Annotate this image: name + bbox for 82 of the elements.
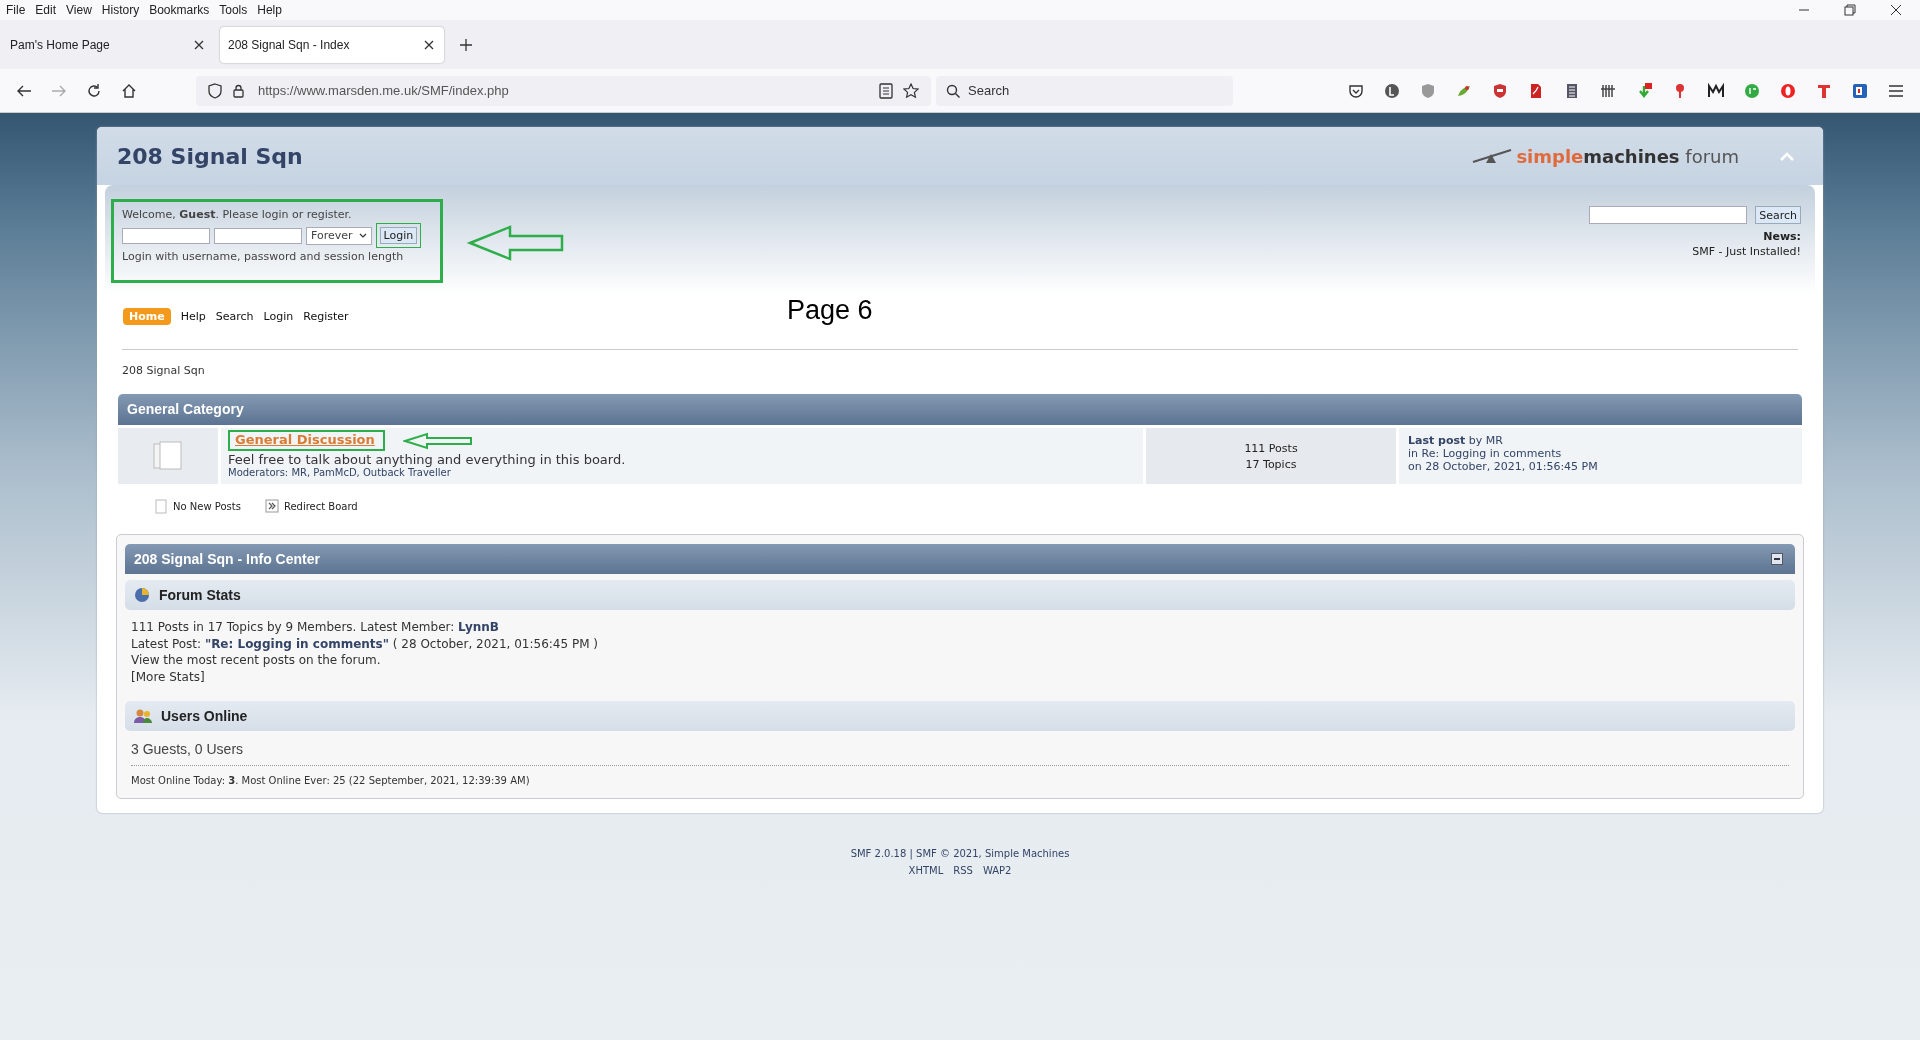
online-record: Most Online Today: 3. Most Online Ever: 25 (22 September, 2021, 12:39:39 AM) (131, 775, 531, 786)
close-icon[interactable] (194, 39, 204, 50)
news-label: News: (1763, 230, 1801, 243)
page-icon (154, 499, 168, 514)
nav-link[interactable]: Register (303, 308, 349, 325)
pie-chart-icon (134, 587, 150, 603)
login-hint: Login with username, password and session length (122, 250, 405, 263)
post-count: 111 Posts (1244, 441, 1298, 455)
home-icon[interactable] (121, 82, 137, 99)
annotation-text: Page 6 (787, 295, 873, 326)
menu-item[interactable]: View (66, 2, 92, 17)
logo-text: simplemachines forum (1516, 145, 1739, 167)
last-post-date: on 28 October, 2021, 01:56:45 PM (1408, 460, 1599, 473)
footer-link[interactable]: RSS (953, 862, 973, 879)
board-description: Feel free to talk about anything and everything in this board. (228, 452, 627, 467)
last-post-text: Last post by MR (1408, 434, 1504, 447)
menu-item[interactable]: History (101, 2, 140, 17)
category-header: General Category (118, 394, 1802, 425)
menu-icon[interactable] (1888, 82, 1904, 99)
menu-item[interactable]: Bookmarks (149, 2, 210, 17)
info-center-title: 208 Signal Sqn - Info Center (134, 551, 320, 567)
extension-icon[interactable] (1564, 82, 1580, 99)
seesaw-icon (1472, 148, 1513, 164)
menu-item[interactable]: File (6, 2, 26, 17)
reload-icon[interactable] (86, 82, 102, 99)
welcome-text: Welcome, Guest. Please login or register. (122, 208, 353, 221)
breadcrumb-link[interactable]: 208 Signal Sqn (118, 364, 1802, 377)
legend-label: No New Posts (173, 501, 241, 512)
browser-tab[interactable]: Pam's Home Page (2, 26, 214, 63)
close-icon[interactable] (1890, 3, 1902, 16)
reader-view-icon[interactable] (879, 82, 893, 99)
chevron-down-icon (358, 232, 367, 239)
footer-link[interactable]: WAP2 (982, 862, 1012, 879)
new-tab-icon[interactable] (460, 38, 472, 51)
nav-link[interactable]: Login (263, 308, 294, 325)
users-summary: 3 Guests, 0 Users (131, 741, 245, 757)
copyright-text: SMF 2.0.18 | SMF © 2021, Simple Machines (849, 847, 1071, 862)
extension-icon[interactable] (1600, 82, 1616, 99)
shield-icon[interactable] (208, 82, 222, 99)
tab-title: Pam's Home Page (10, 37, 110, 52)
stats-line: [More Stats] (131, 668, 206, 685)
forum-title: 208 Signal Sqn (117, 143, 304, 169)
collapse-icon[interactable] (1771, 553, 1783, 565)
nav-link[interactable]: Search (215, 308, 254, 325)
forum-logo[interactable]: simplemachines forum (1472, 145, 1739, 167)
stats-line: View the most recent posts on the forum. (131, 652, 382, 669)
footer-link[interactable]: XHTML (908, 862, 944, 879)
password-field[interactable] (214, 227, 302, 244)
legend-label: Redirect Board (283, 501, 358, 512)
restore-icon[interactable] (1844, 3, 1856, 16)
login-button[interactable]: Login (379, 227, 418, 244)
session-dropdown[interactable]: Forever (306, 226, 372, 245)
close-icon[interactable] (424, 39, 434, 50)
search-icon (946, 83, 960, 98)
url-text: https://www.marsden.me.uk/SMF/index.php (258, 83, 509, 99)
search-button[interactable]: Search (1755, 206, 1801, 224)
pages-icon (153, 439, 183, 473)
redirect-icon (264, 499, 279, 514)
stats-line: Latest Post: "Re: Logging in comments" ( 28 October, 2021, 01:56:45 PM ) (131, 635, 599, 652)
username-field[interactable] (122, 227, 210, 244)
search-field[interactable] (1589, 206, 1748, 224)
topic-count: 17 Topics (1245, 457, 1297, 471)
menu-item[interactable]: Edit (35, 2, 57, 17)
nav-link[interactable]: Help (180, 308, 206, 325)
star-icon[interactable] (903, 82, 919, 99)
last-post-topic[interactable]: in Re: Logging in comments (1408, 447, 1793, 460)
section-title: Users Online (161, 708, 248, 724)
stats-line: 111 Posts in 17 Topics by 9 Members. Latest Member: LynnB (131, 619, 500, 636)
menu-item[interactable]: Help (257, 2, 282, 17)
moderators-text: Moderators: MR, PamMcD, Outback Traveller (228, 467, 452, 478)
menu-item[interactable]: Tools (219, 2, 248, 17)
extension-icon[interactable] (1384, 82, 1400, 99)
news-text: SMF - Just Installed! (1692, 245, 1801, 258)
extension-icon[interactable] (1708, 82, 1724, 99)
browser-tab[interactable]: 208 Signal Sqn - Index (220, 26, 444, 63)
section-title: Forum Stats (159, 587, 241, 603)
annotation-arrow (402, 431, 473, 450)
address-bar[interactable]: https://www.marsden.me.uk/SMF/index.php (196, 75, 931, 106)
search-field[interactable]: Search (936, 75, 1233, 106)
pocket-icon[interactable] (1348, 82, 1364, 99)
users-icon (134, 708, 152, 724)
tab-title: 208 Signal Sqn - Index (228, 37, 350, 52)
